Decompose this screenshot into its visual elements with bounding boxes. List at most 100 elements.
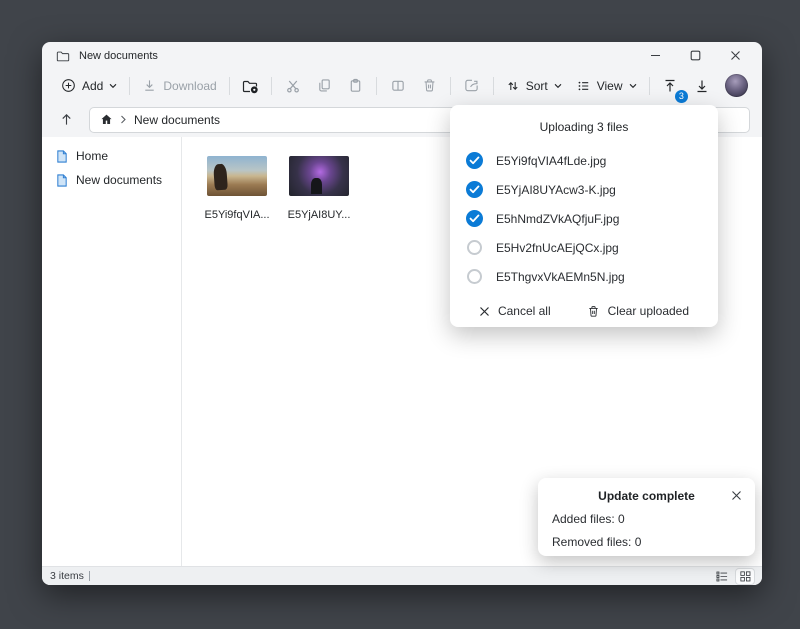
file-tile[interactable]: E5YjAI8UY... (280, 152, 358, 221)
add-button[interactable]: Add (54, 74, 124, 97)
upload-flyout: Uploading 3 files E5Yi9fqVIA4fLde.jpg E5… (450, 105, 718, 327)
sidebar-item[interactable]: Home (42, 144, 181, 168)
items-count: 3 items (50, 570, 84, 582)
update-toast: Update complete Added files: 0 Removed f… (538, 478, 755, 556)
window-controls (648, 49, 752, 63)
toolbar-separator (271, 77, 272, 95)
download-icon (142, 78, 157, 93)
file-thumbnail[interactable] (207, 156, 267, 196)
minimize-button[interactable] (648, 49, 662, 63)
blue-document-icon (56, 150, 68, 163)
sort-icon (506, 79, 520, 93)
chevron-down-icon (109, 83, 117, 89)
navigate-up-button[interactable] (54, 108, 78, 132)
window-title: New documents (79, 50, 158, 62)
blue-document-icon (56, 174, 68, 187)
rename-button[interactable] (382, 73, 413, 99)
paste-button[interactable] (340, 73, 371, 99)
copy-button[interactable] (309, 73, 340, 99)
delete-button[interactable] (414, 73, 445, 99)
upload-file-name: E5ThgvxVkAEMn5N.jpg (496, 270, 625, 284)
sidebar-item-label: Home (76, 149, 108, 163)
statusbar: 3 items (42, 566, 762, 585)
circle-plus-icon (61, 78, 76, 93)
sort-button-label: Sort (526, 79, 548, 93)
add-button-label: Add (82, 79, 103, 93)
scissors-icon (285, 78, 301, 94)
toolbar-separator (376, 77, 377, 95)
toast-added-files: Added files: 0 (552, 512, 741, 526)
sidebar: Home New documents (42, 137, 182, 566)
toolbar-separator (649, 77, 650, 95)
upload-count-badge: 3 (675, 90, 688, 103)
toast-title: Update complete (552, 489, 741, 503)
account-avatar[interactable] (725, 74, 748, 97)
upload-flyout-footer: Cancel all Clear uploaded (466, 302, 702, 320)
downloads-button[interactable] (686, 73, 717, 99)
toast-close-button[interactable] (728, 487, 744, 503)
maximize-button[interactable] (688, 49, 702, 63)
share-icon (464, 78, 479, 93)
upload-file-name: E5Hv2fnUcAEjQCx.jpg (496, 241, 619, 255)
sort-button[interactable]: Sort (499, 75, 569, 97)
view-list-icon (576, 79, 591, 93)
upload-status-icon (467, 240, 482, 255)
toolbar-separator (493, 77, 494, 95)
file-name: E5YjAI8UY... (288, 209, 351, 221)
close-button[interactable] (728, 49, 742, 63)
breadcrumb-chevron-icon (120, 115, 127, 124)
upload-file-name: E5Yi9fqVIA4fLde.jpg (496, 154, 606, 168)
file-name: E5Yi9fqVIA... (204, 209, 269, 221)
view-button[interactable]: View (569, 75, 644, 97)
upload-file-row[interactable]: E5ThgvxVkAEMn5N.jpg (466, 262, 702, 291)
grid-view-toggle[interactable] (736, 569, 754, 584)
trash-icon (587, 305, 600, 318)
clear-uploaded-button[interactable]: Clear uploaded (583, 302, 693, 320)
open-book-icon (390, 78, 406, 93)
upload-file-name: E5YjAI8UYAcw3-K.jpg (496, 183, 616, 197)
view-button-label: View (597, 79, 623, 93)
upload-file-row[interactable]: E5hNmdZVkAQfjuF.jpg (466, 204, 702, 233)
toolbar: Add Download (42, 69, 762, 102)
cancel-all-button[interactable]: Cancel all (475, 302, 555, 320)
upload-file-name: E5hNmdZVkAQfjuF.jpg (496, 212, 619, 226)
desktop-background: New documents Add (0, 0, 800, 629)
cut-button[interactable] (277, 73, 308, 99)
breadcrumb-location[interactable]: New documents (134, 113, 220, 127)
titlebar[interactable]: New documents (42, 42, 762, 69)
upload-status-icon (466, 152, 483, 169)
file-tile[interactable]: E5Yi9fqVIA... (198, 152, 276, 221)
sidebar-item-label: New documents (76, 173, 162, 187)
cancel-x-icon (479, 306, 490, 317)
folder-icon (56, 49, 70, 63)
upload-status-icon (466, 181, 483, 198)
upload-flyout-title: Uploading 3 files (466, 120, 702, 134)
chevron-down-icon (554, 83, 562, 89)
upload-file-list: E5Yi9fqVIA4fLde.jpg E5YjAI8UYAcw3-K.jpg … (466, 146, 702, 291)
share-button[interactable] (456, 73, 487, 99)
upload-file-row[interactable]: E5Yi9fqVIA4fLde.jpg (466, 146, 702, 175)
chevron-down-icon (629, 83, 637, 89)
download-tray-icon (694, 78, 710, 94)
cancel-all-label: Cancel all (498, 304, 551, 318)
upload-status-icon (467, 269, 482, 284)
upload-file-row[interactable]: E5YjAI8UYAcw3-K.jpg (466, 175, 702, 204)
toolbar-separator (450, 77, 451, 95)
sidebar-item[interactable]: New documents (42, 168, 181, 192)
statusbar-view-toggles (713, 569, 754, 584)
upload-status-icon (466, 210, 483, 227)
toolbar-separator (129, 77, 130, 95)
clear-uploaded-label: Clear uploaded (608, 304, 689, 318)
file-thumbnail[interactable] (289, 156, 349, 196)
new-folder-button[interactable] (235, 73, 266, 99)
home-icon[interactable] (100, 113, 113, 126)
upload-file-row[interactable]: E5Hv2fnUcAEjQCx.jpg (466, 233, 702, 262)
download-button-label: Download (163, 79, 216, 93)
uploads-button[interactable]: 3 (655, 73, 686, 99)
statusbar-divider (89, 571, 90, 581)
list-view-toggle[interactable] (713, 569, 731, 584)
new-folder-icon (242, 78, 259, 94)
paste-icon (348, 78, 363, 93)
download-button[interactable]: Download (135, 74, 223, 97)
toast-removed-files: Removed files: 0 (552, 535, 741, 549)
